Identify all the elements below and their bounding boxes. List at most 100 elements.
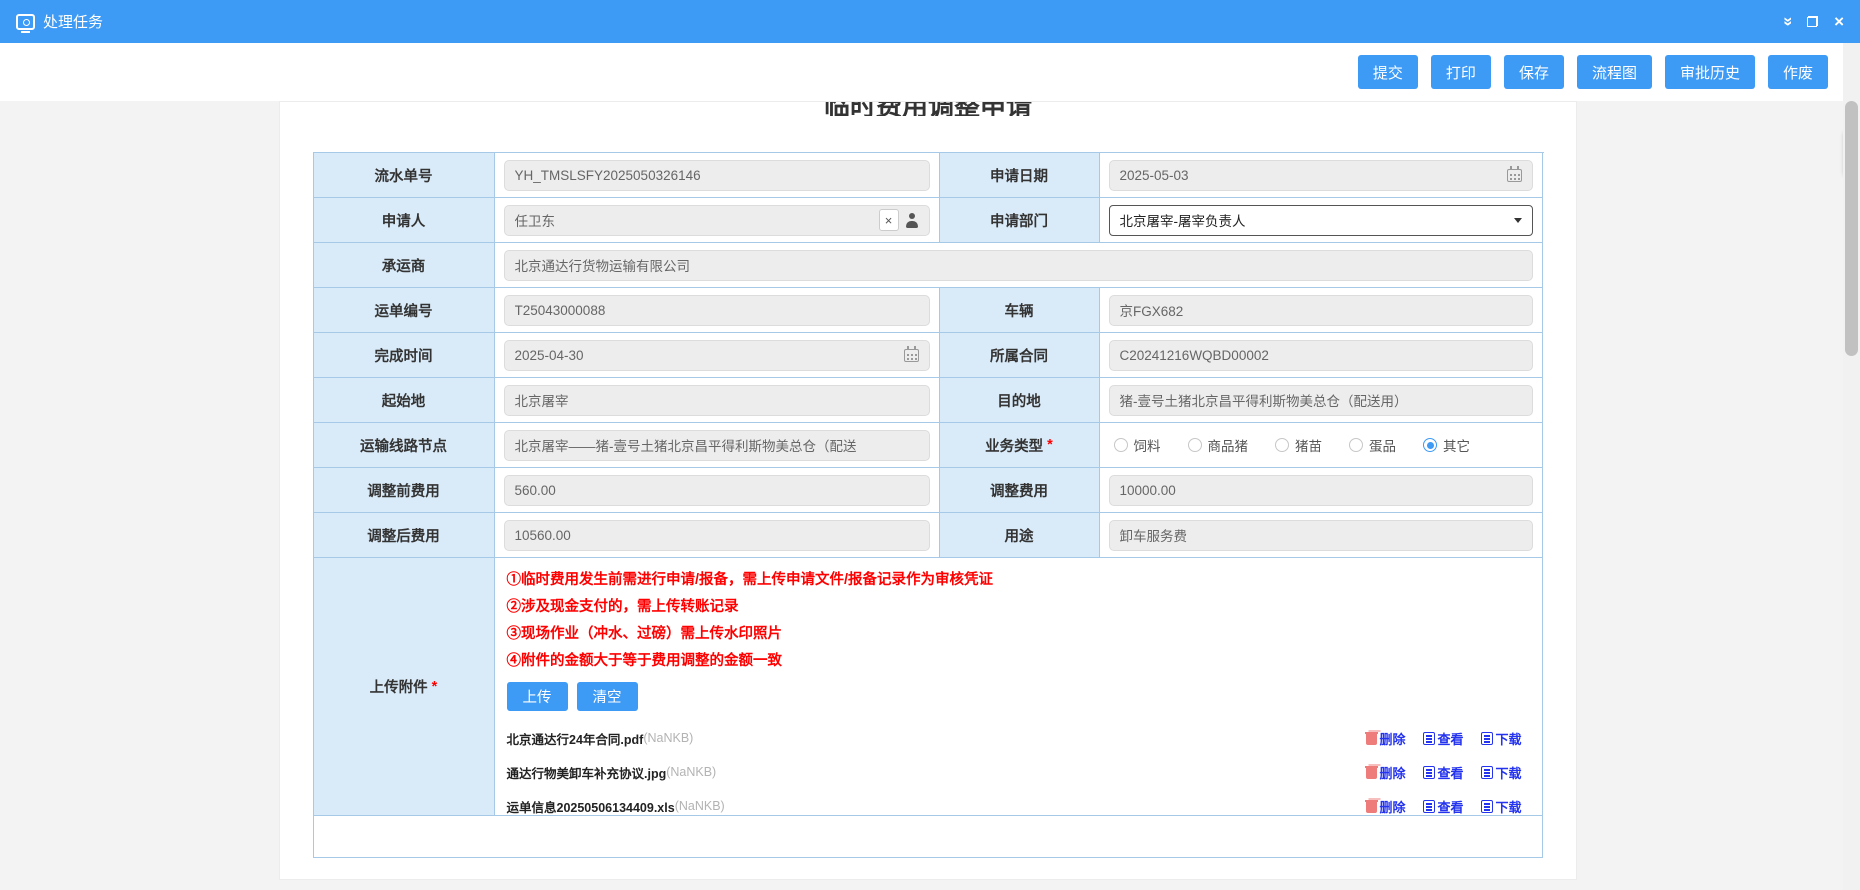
radio-other[interactable]: 其它 (1423, 435, 1470, 455)
finish-time-input[interactable]: 2025-04-30 (504, 340, 930, 371)
upload-note-1: ①临时费用发生前需进行申请/报备，需上传申请文件/报备记录作为审核凭证 (507, 567, 1530, 594)
view-file-link[interactable]: 查看 (1423, 729, 1463, 748)
download-file-link[interactable]: 下载 (1481, 797, 1521, 816)
destination-input[interactable]: 猪-壹号土猪北京昌平得利斯物美总仓（配送用） (1109, 385, 1533, 416)
download-file-link[interactable]: 下载 (1481, 763, 1521, 782)
origin-input[interactable]: 北京屠宰 (504, 385, 930, 416)
required-asterisk: * (1047, 437, 1053, 453)
route-nodes-input[interactable]: 北京屠宰——猪-壹号土猪北京昌平得利斯物美总仓（配送 (504, 430, 930, 461)
save-button[interactable]: 保存 (1504, 55, 1564, 89)
void-button[interactable]: 作废 (1768, 55, 1828, 89)
vertical-scrollbar[interactable] (1843, 43, 1860, 890)
download-icon (1481, 732, 1493, 745)
empty-table-row (314, 816, 1543, 858)
trash-icon (1366, 800, 1377, 813)
biz-type-label: 业务类型 * (940, 423, 1100, 468)
applicant-input[interactable]: 任卫东 × (504, 205, 930, 236)
person-picker-icon[interactable] (905, 213, 919, 228)
delete-file-link[interactable]: 删除 (1366, 729, 1405, 748)
origin-cell: 北京屠宰 (495, 378, 940, 423)
file-actions: 删除 查看 下载 (1366, 763, 1529, 782)
view-file-link[interactable]: 查看 (1423, 763, 1463, 782)
radio-egg[interactable]: 蛋品 (1349, 435, 1396, 455)
fee-before-label: 调整前费用 (314, 468, 495, 513)
restore-icon[interactable] (1807, 16, 1818, 27)
fee-after-input[interactable]: 10560.00 (504, 520, 930, 551)
fee-after-label: 调整后费用 (314, 513, 495, 558)
window-titlebar: 处理任务 « × (0, 0, 1860, 43)
collapse-icon[interactable]: « (1778, 17, 1795, 26)
origin-label: 起始地 (314, 378, 495, 423)
file-size: (NaNKB) (643, 731, 693, 745)
applicant-label: 申请人 (314, 198, 495, 243)
view-icon (1423, 766, 1435, 779)
radio-icon (1349, 438, 1363, 452)
radio-commercial-pig[interactable]: 商品猪 (1188, 435, 1249, 455)
file-name: 北京通达行24年合同.pdf (507, 729, 644, 748)
form-panel: 临时费用调整申请 流水单号 YH_TMSLSFY2025050326146 申请… (279, 101, 1577, 880)
trash-icon (1366, 766, 1377, 779)
process-task-icon (16, 14, 35, 30)
radio-feed[interactable]: 饲料 (1114, 435, 1161, 455)
waybill-no-input[interactable]: T25043000088 (504, 295, 930, 326)
carrier-input[interactable]: 北京通达行货物运输有限公司 (504, 250, 1533, 281)
serial-label: 流水单号 (314, 153, 495, 198)
download-file-link[interactable]: 下载 (1481, 729, 1521, 748)
finish-time-cell: 2025-04-30 (495, 333, 940, 378)
vehicle-input[interactable]: 京FGX682 (1109, 295, 1533, 326)
required-asterisk: * (432, 679, 438, 695)
upload-button-group: 上传 清空 (507, 682, 1530, 711)
scrollbar-thumb[interactable] (1845, 101, 1858, 356)
radio-piglet[interactable]: 猪苗 (1275, 435, 1322, 455)
carrier-label: 承运商 (314, 243, 495, 288)
radio-icon (1188, 438, 1202, 452)
apply-date-cell: 2025-05-03 (1100, 153, 1543, 198)
upload-button[interactable]: 上传 (507, 682, 568, 711)
view-icon (1423, 800, 1435, 813)
route-nodes-cell: 北京屠宰——猪-壹号土猪北京昌平得利斯物美总仓（配送 (495, 423, 940, 468)
submit-button[interactable]: 提交 (1358, 55, 1418, 89)
purpose-cell: 卸车服务费 (1100, 513, 1543, 558)
biz-type-cell: 饲料 商品猪 猪苗 蛋品 (1100, 423, 1543, 468)
waybill-no-cell: T25043000088 (495, 288, 940, 333)
upload-note-2: ②涉及现金支付的，需上传转账记录 (507, 594, 1530, 621)
clear-files-button[interactable]: 清空 (577, 682, 638, 711)
fee-adjust-label: 调整费用 (940, 468, 1100, 513)
serial-input[interactable]: YH_TMSLSFY2025050326146 (504, 160, 930, 191)
view-icon (1423, 732, 1435, 745)
delete-file-link[interactable]: 删除 (1366, 797, 1405, 816)
apply-dept-cell: 北京屠宰-屠宰负责人 (1100, 198, 1543, 243)
apply-date-input[interactable]: 2025-05-03 (1109, 160, 1533, 191)
file-size: (NaNKB) (675, 799, 725, 813)
form-table: 流水单号 YH_TMSLSFY2025050326146 申请日期 2025-0… (313, 152, 1544, 858)
radio-icon (1275, 438, 1289, 452)
flowchart-button[interactable]: 流程图 (1577, 55, 1652, 89)
fee-before-input[interactable]: 560.00 (504, 475, 930, 506)
clear-applicant-icon[interactable]: × (879, 209, 899, 231)
content-area: 临时费用调整申请 流水单号 YH_TMSLSFY2025050326146 申请… (0, 101, 1860, 890)
apply-dept-label: 申请部门 (940, 198, 1100, 243)
apply-dept-select[interactable]: 北京屠宰-屠宰负责人 (1109, 205, 1533, 236)
approval-history-button[interactable]: 审批历史 (1665, 55, 1755, 89)
contract-input[interactable]: C20241216WQBD00002 (1109, 340, 1533, 371)
calendar-icon[interactable] (904, 349, 919, 362)
fee-adjust-input[interactable]: 10000.00 (1109, 475, 1533, 506)
finish-time-label: 完成时间 (314, 333, 495, 378)
route-nodes-label: 运输线路节点 (314, 423, 495, 468)
waybill-no-label: 运单编号 (314, 288, 495, 333)
view-file-link[interactable]: 查看 (1423, 797, 1463, 816)
upload-note-4: ④附件的金额大于等于费用调整的金额一致 (507, 648, 1530, 675)
purpose-label: 用途 (940, 513, 1100, 558)
purpose-input[interactable]: 卸车服务费 (1109, 520, 1533, 551)
calendar-icon[interactable] (1507, 169, 1522, 182)
contract-cell: C20241216WQBD00002 (1100, 333, 1543, 378)
delete-file-link[interactable]: 删除 (1366, 763, 1405, 782)
serial-cell: YH_TMSLSFY2025050326146 (495, 153, 940, 198)
form-title-clipped: 临时费用调整申请 (280, 102, 1576, 116)
file-name: 运单信息20250506134409.xls (507, 797, 675, 816)
close-icon[interactable]: × (1834, 13, 1844, 30)
window-controls: « × (1782, 13, 1844, 30)
file-size: (NaNKB) (666, 765, 716, 779)
print-button[interactable]: 打印 (1431, 55, 1491, 89)
file-name: 通达行物美卸车补充协议.jpg (507, 763, 667, 782)
